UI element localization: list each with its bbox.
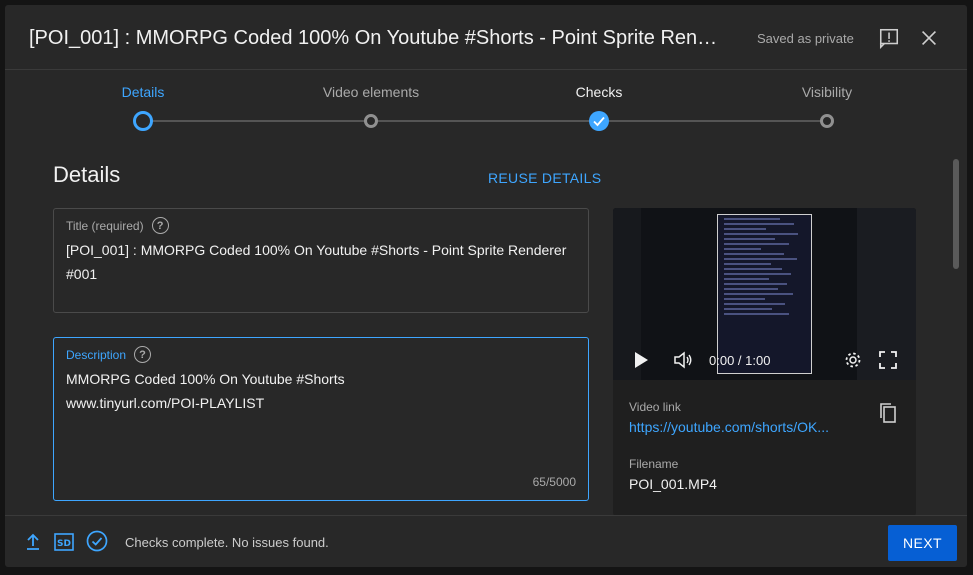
step-video-elements-dot[interactable] — [364, 114, 378, 128]
title-field-label: Title (required) ? — [66, 217, 169, 234]
copy-icon[interactable] — [879, 402, 897, 424]
checks-status: Checks complete. No issues found. — [125, 535, 329, 550]
step-visibility[interactable]: Visibility — [757, 84, 897, 100]
step-video-elements[interactable]: Video elements — [301, 84, 441, 100]
filename-label: Filename — [629, 457, 679, 471]
step-visibility-dot[interactable] — [820, 114, 834, 128]
video-thumbnail[interactable]: 0:00 / 1:00 — [613, 208, 916, 380]
description-field[interactable]: Description ? MMORPG Coded 100% On Youtu… — [53, 337, 589, 501]
checkmark-icon[interactable] — [589, 111, 609, 131]
help-icon[interactable]: ? — [151, 217, 169, 234]
feedback-icon[interactable] — [876, 25, 902, 51]
play-icon[interactable] — [633, 351, 649, 369]
description-label-text: Description — [66, 347, 127, 362]
scrollbar-thumb[interactable] — [953, 159, 959, 269]
title-input[interactable]: [POI_001] : MMORPG Coded 100% On Youtube… — [66, 238, 574, 286]
close-icon[interactable] — [916, 25, 942, 51]
step-details[interactable]: Details — [73, 84, 213, 100]
step-details-dot[interactable] — [133, 111, 153, 131]
scrollbar[interactable] — [951, 155, 961, 515]
upload-dialog: [POI_001] : MMORPG Coded 100% On Youtube… — [5, 5, 967, 567]
upload-icon[interactable] — [25, 533, 41, 551]
help-icon[interactable]: ? — [134, 346, 152, 363]
dialog-footer: SD Checks complete. No issues found. NEX… — [5, 515, 967, 567]
stepper-track — [143, 120, 826, 122]
description-field-label: Description ? — [66, 346, 152, 363]
step-checks[interactable]: Checks — [529, 84, 669, 100]
player-controls: 0:00 / 1:00 — [613, 345, 916, 375]
settings-gear-icon[interactable] — [844, 351, 862, 369]
step-details-label: Details — [121, 84, 165, 100]
description-input[interactable]: MMORPG Coded 100% On Youtube #Shorts www… — [66, 367, 574, 415]
video-preview-card: 0:00 / 1:00 Video link https://youtube.c… — [613, 208, 916, 516]
section-title: Details — [53, 162, 121, 187]
video-link-label: Video link — [629, 400, 681, 414]
filename-value: POI_001.MP4 — [629, 476, 717, 492]
step-video-elements-label: Video elements — [322, 84, 420, 100]
dialog-title: [POI_001] : MMORPG Coded 100% On Youtube… — [29, 27, 719, 49]
svg-text:SD: SD — [57, 539, 71, 549]
title-label-text: Title (required) — [66, 218, 144, 233]
volume-icon[interactable] — [673, 351, 693, 369]
step-visibility-label: Visibility — [801, 84, 853, 100]
saved-status: Saved as private — [757, 31, 854, 46]
reuse-details-button[interactable]: REUSE DETAILS — [488, 170, 601, 186]
checks-complete-icon[interactable] — [86, 530, 108, 552]
dialog-header: [POI_001] : MMORPG Coded 100% On Youtube… — [5, 5, 967, 70]
next-button[interactable]: NEXT — [888, 525, 957, 561]
video-link[interactable]: https://youtube.com/shorts/OK... — [629, 419, 853, 435]
character-counter: 65/5000 — [532, 475, 576, 489]
sd-quality-icon[interactable]: SD — [54, 533, 74, 551]
fullscreen-icon[interactable] — [879, 351, 897, 369]
progress-stepper: Details Video elements Checks Visibility — [5, 70, 967, 148]
title-field[interactable]: Title (required) ? [POI_001] : MMORPG Co… — [53, 208, 589, 313]
video-time: 0:00 / 1:00 — [709, 353, 771, 368]
step-checks-label: Checks — [575, 84, 623, 100]
